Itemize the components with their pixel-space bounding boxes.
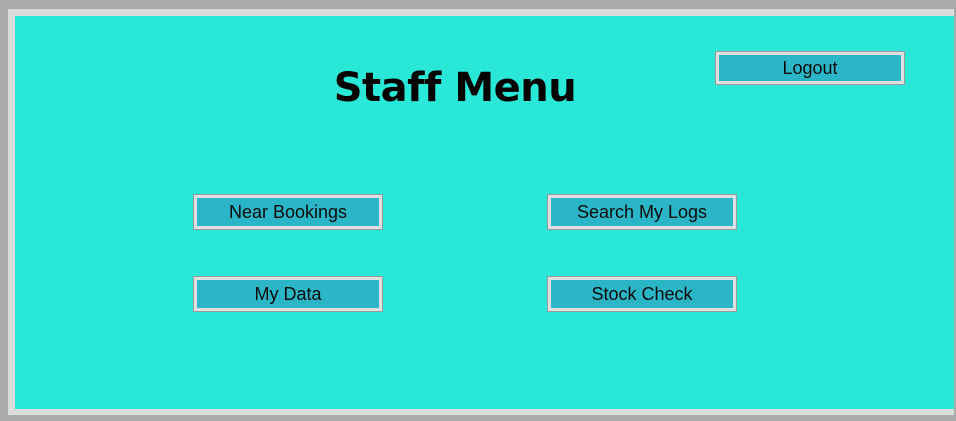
page-title: Staff Menu [333, 65, 577, 111]
near-bookings-button-label: Near Bookings [228, 202, 348, 222]
stock-check-button[interactable]: Stock Check [547, 276, 737, 312]
logout-button[interactable]: Logout [715, 51, 905, 85]
search-my-logs-button[interactable]: Search My Logs [547, 194, 737, 230]
my-data-button-label: My Data [254, 284, 322, 304]
logout-button-label: Logout [782, 58, 838, 78]
search-my-logs-button-label: Search My Logs [576, 202, 708, 222]
near-bookings-button[interactable]: Near Bookings [193, 194, 383, 230]
stock-check-button-label: Stock Check [591, 284, 693, 304]
my-data-button[interactable]: My Data [193, 276, 383, 312]
